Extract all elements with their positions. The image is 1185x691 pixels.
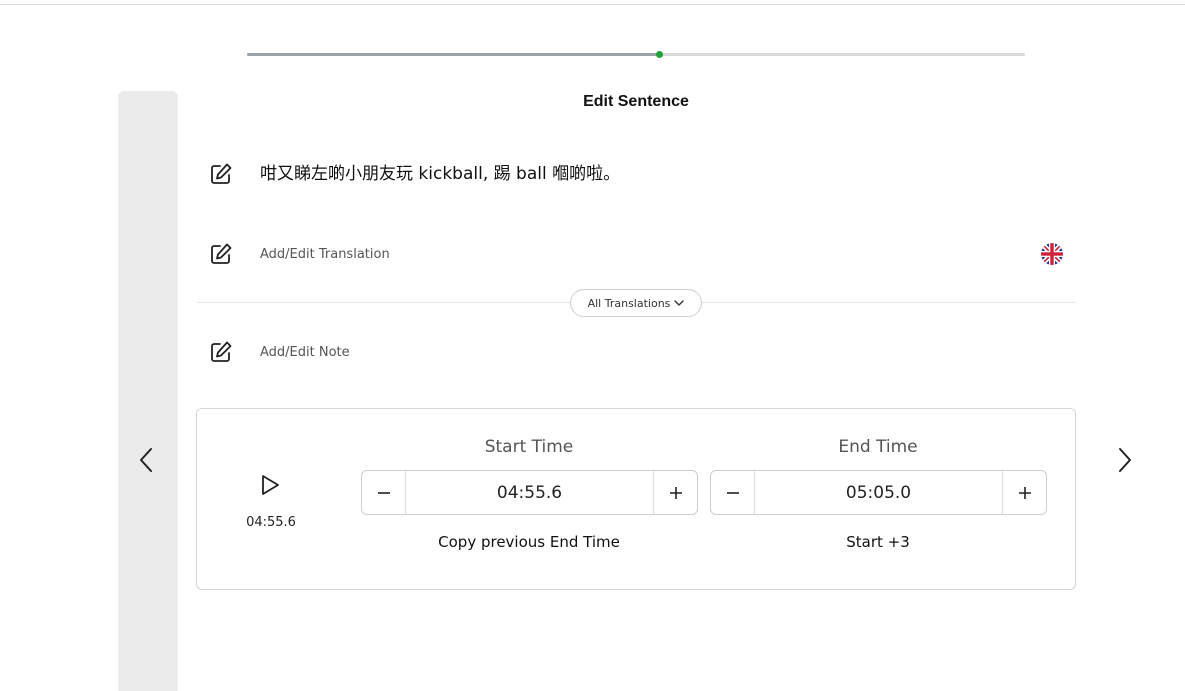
- edit-sentence-button[interactable]: [209, 162, 233, 186]
- page-title: Edit Sentence: [583, 93, 689, 110]
- play-icon: [262, 475, 279, 495]
- end-time-stepper: 05:05.0: [710, 470, 1047, 515]
- minus-icon: [377, 491, 390, 494]
- play-button[interactable]: [256, 471, 284, 499]
- left-panel: [118, 91, 178, 691]
- edit-translation-button[interactable]: [209, 242, 233, 266]
- start-time-stepper: 04:55.6: [361, 470, 698, 515]
- translation-language-flag[interactable]: [1041, 243, 1063, 265]
- copy-previous-end-time-button[interactable]: Copy previous End Time: [361, 533, 697, 551]
- edit-icon: [211, 341, 232, 362]
- end-time-increment-button[interactable]: [1002, 471, 1046, 514]
- chevron-left-icon: [140, 448, 152, 472]
- all-translations-label: All Translations: [587, 296, 671, 310]
- progress-bar[interactable]: [247, 51, 1025, 58]
- note-placeholder[interactable]: Add/Edit Note: [260, 345, 350, 360]
- edit-icon: [211, 243, 232, 264]
- translation-placeholder[interactable]: Add/Edit Translation: [260, 247, 390, 262]
- plus-icon: [669, 486, 682, 499]
- uk-flag-icon: [1041, 243, 1063, 265]
- previous-sentence-button[interactable]: [131, 440, 161, 480]
- minus-icon: [726, 491, 739, 494]
- top-border: [0, 4, 1185, 5]
- next-sentence-button[interactable]: [1110, 440, 1140, 480]
- progress-fill: [247, 53, 660, 56]
- start-time-input[interactable]: 04:55.6: [406, 471, 653, 514]
- chevron-right-icon: [1119, 448, 1131, 472]
- sentence-text[interactable]: 咁又睇左啲小朋友玩 kickball, 踢 ball 嗰啲啦。: [260, 159, 620, 184]
- plus-icon: [1018, 486, 1031, 499]
- start-plus-3-button[interactable]: Start +3: [710, 533, 1046, 551]
- end-time-label: End Time: [838, 437, 918, 457]
- all-translations-dropdown[interactable]: All Translations: [570, 289, 702, 317]
- start-time-decrement-button[interactable]: [362, 471, 406, 514]
- start-time-label: Start Time: [484, 437, 574, 457]
- edit-note-button[interactable]: [209, 340, 233, 364]
- start-time-increment-button[interactable]: [653, 471, 697, 514]
- end-time-decrement-button[interactable]: [711, 471, 755, 514]
- progress-handle[interactable]: [656, 51, 664, 58]
- end-time-input[interactable]: 05:05.0: [755, 471, 1002, 514]
- edit-icon: [211, 163, 232, 184]
- chevron-down-icon: [674, 300, 685, 306]
- current-time: 04:55.6: [246, 515, 296, 530]
